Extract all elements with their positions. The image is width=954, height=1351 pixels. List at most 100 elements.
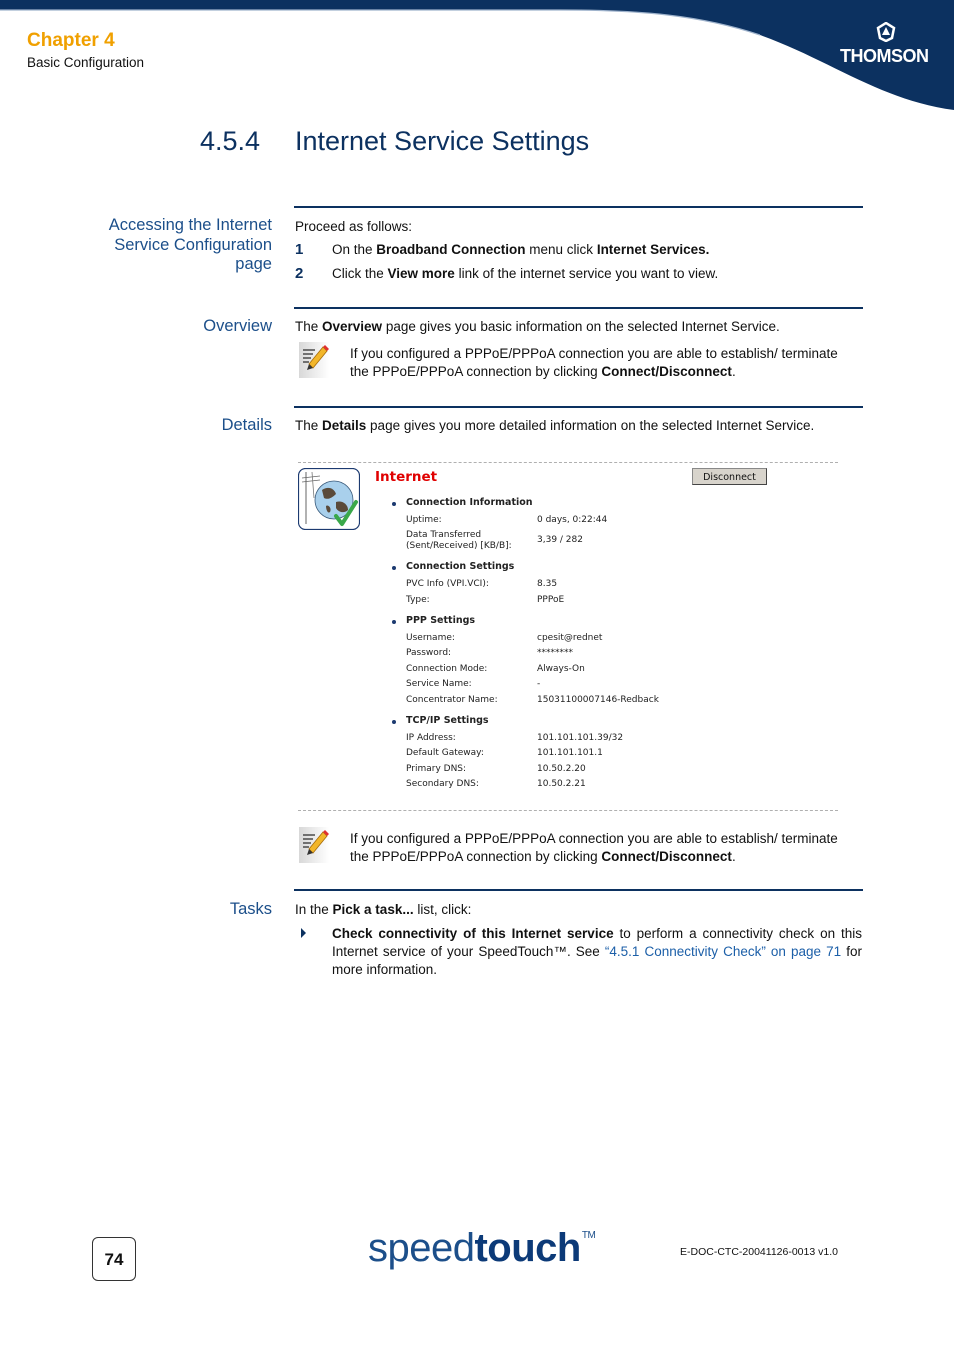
label-password: Password: <box>406 648 452 658</box>
bullet-arrow-icon <box>301 928 306 938</box>
accessing-intro: Proceed as follows: <box>295 219 413 234</box>
side-heading-line: Service Configuration <box>114 235 272 254</box>
details-text: The Details page gives you more detailed… <box>295 417 835 435</box>
speedtouch-logo: speedtouchTM <box>368 1226 596 1271</box>
label-type: Type: <box>406 595 430 605</box>
internet-globe-icon <box>298 468 360 530</box>
group-tcpip-settings: TCP/IP Settings <box>406 715 489 726</box>
thomson-logo-icon <box>876 22 896 42</box>
note-text: . <box>731 363 736 379</box>
tasks-intro: In the Pick a task... list, click: <box>295 901 471 919</box>
section-title-text: Internet Service Settings <box>295 126 590 156</box>
document-id: E-DOC-CTC-20041126-0013 v1.0 <box>680 1246 838 1258</box>
section-number: 4.5.4 <box>200 126 261 156</box>
button-name: Connect/Disconnect <box>601 848 732 864</box>
chapter-subtitle: Basic Configuration <box>27 55 145 70</box>
value-ip-address: 101.101.101.39/32 <box>537 733 624 743</box>
disconnect-button[interactable]: Disconnect <box>692 468 767 485</box>
screenshot-bottom-border <box>298 810 838 811</box>
label-data-transferred: Data Transferred (Sent/Received) [KB/B]: <box>406 530 512 551</box>
page-name: Overview <box>322 319 383 334</box>
group-connection-information: Connection Information <box>406 497 533 508</box>
details-note: If you configured a PPPoE/PPPoA connecti… <box>350 830 860 865</box>
label-username: Username: <box>406 633 455 643</box>
text: page gives you basic information on the … <box>382 319 780 334</box>
text: The <box>295 319 323 334</box>
value-default-gateway: 101.101.101.1 <box>537 748 603 758</box>
logo-trademark: TM <box>581 1230 596 1241</box>
value-data-transferred: 3,39 / 282 <box>537 535 583 545</box>
side-heading-tasks: Tasks <box>229 900 272 918</box>
note-text: If you configured a PPPoE/PPPoA connecti… <box>350 831 838 864</box>
note-pencil-icon <box>299 827 329 863</box>
step-text: Click the <box>332 266 388 281</box>
section-divider <box>294 206 863 208</box>
label-primary-dns: Primary DNS: <box>406 764 467 774</box>
bullet-icon <box>392 720 396 724</box>
bullet-icon <box>392 620 396 624</box>
note-text: If you configured a PPPoE/PPPoA connecti… <box>350 346 838 379</box>
value-pvc-info: 8.35 <box>537 579 558 589</box>
step-number: 1 <box>295 241 304 258</box>
overview-text: The Overview page gives you basic inform… <box>295 318 780 336</box>
thomson-logo-text: THOMSON <box>840 46 929 66</box>
bullet-icon <box>392 502 396 506</box>
step-1: 1 On the Broadband Connection menu click … <box>295 241 709 258</box>
side-heading-details: Details <box>221 416 272 434</box>
section-title: 4.5.4 Internet Service Settings <box>200 126 589 157</box>
label-ip-address: IP Address: <box>406 733 456 743</box>
value-service-name: - <box>537 679 541 689</box>
text: page gives you more detailed information… <box>366 418 815 433</box>
value-type: PPPoE <box>537 595 565 605</box>
step-text: On the <box>332 242 377 257</box>
note-pencil-icon <box>299 342 329 378</box>
label-secondary-dns: Secondary DNS: <box>406 779 479 789</box>
page-number: 74 <box>92 1237 136 1281</box>
step-text: link of the internet service you want to… <box>454 266 719 281</box>
label-concentrator-name: Concentrator Name: <box>406 695 498 705</box>
label-line: (Sent/Received) [KB/B]: <box>406 540 512 551</box>
cross-reference-link[interactable]: “4.5.1 Connectivity Check” on page 71 <box>605 944 841 959</box>
logo-bold: touch <box>474 1226 581 1270</box>
group-ppp-settings: PPP Settings <box>406 615 476 626</box>
screenshot-title: Internet <box>375 469 438 485</box>
label-connection-mode: Connection Mode: <box>406 664 488 674</box>
menu-name: Broadband Connection <box>376 242 526 257</box>
label-pvc-info: PVC Info (VPI.VCI): <box>406 579 489 589</box>
step-2: 2 Click the View more link of the interne… <box>295 265 718 282</box>
label-default-gateway: Default Gateway: <box>406 748 484 758</box>
label-uptime: Uptime: <box>406 515 442 525</box>
side-heading-accessing: Accessing the Internet Service Configura… <box>109 216 272 275</box>
logo-light: speed <box>368 1226 475 1270</box>
value-username: cpesit@rednet <box>537 633 603 643</box>
bullet-icon <box>392 566 396 570</box>
text: In the <box>295 902 333 917</box>
text: list, click: <box>413 902 472 917</box>
button-name: Connect/Disconnect <box>601 363 732 379</box>
task-name: Check connectivity of this Internet serv… <box>332 926 614 941</box>
chapter-label: Chapter 4 <box>27 30 115 51</box>
side-heading-line: Accessing the Internet <box>108 216 272 234</box>
value-primary-dns: 10.50.2.20 <box>537 764 586 774</box>
side-heading-overview: Overview <box>203 317 272 335</box>
value-concentrator-name: 15031100007146-Redback <box>537 695 659 705</box>
value-uptime: 0 days, 0:22:44 <box>537 515 608 525</box>
task-item: Check connectivity of this Internet serv… <box>332 925 862 979</box>
note-text: . <box>731 848 736 864</box>
side-heading-line: page <box>235 255 272 273</box>
section-divider <box>294 307 863 309</box>
screenshot-top-border <box>298 462 838 463</box>
menu-item-name: Internet Services. <box>596 242 710 257</box>
link-name: View more <box>387 266 455 281</box>
value-password: ******** <box>537 648 573 658</box>
step-number: 2 <box>295 265 304 282</box>
overview-note: If you configured a PPPoE/PPPoA connecti… <box>350 345 860 380</box>
step-text: menu click <box>525 242 597 257</box>
section-divider <box>294 889 863 891</box>
label-line: Data Transferred <box>406 530 482 540</box>
value-connection-mode: Always-On <box>537 664 585 674</box>
label-service-name: Service Name: <box>406 679 472 689</box>
section-divider <box>294 406 863 408</box>
list-name: Pick a task... <box>332 902 414 917</box>
page-name: Details <box>322 418 367 433</box>
